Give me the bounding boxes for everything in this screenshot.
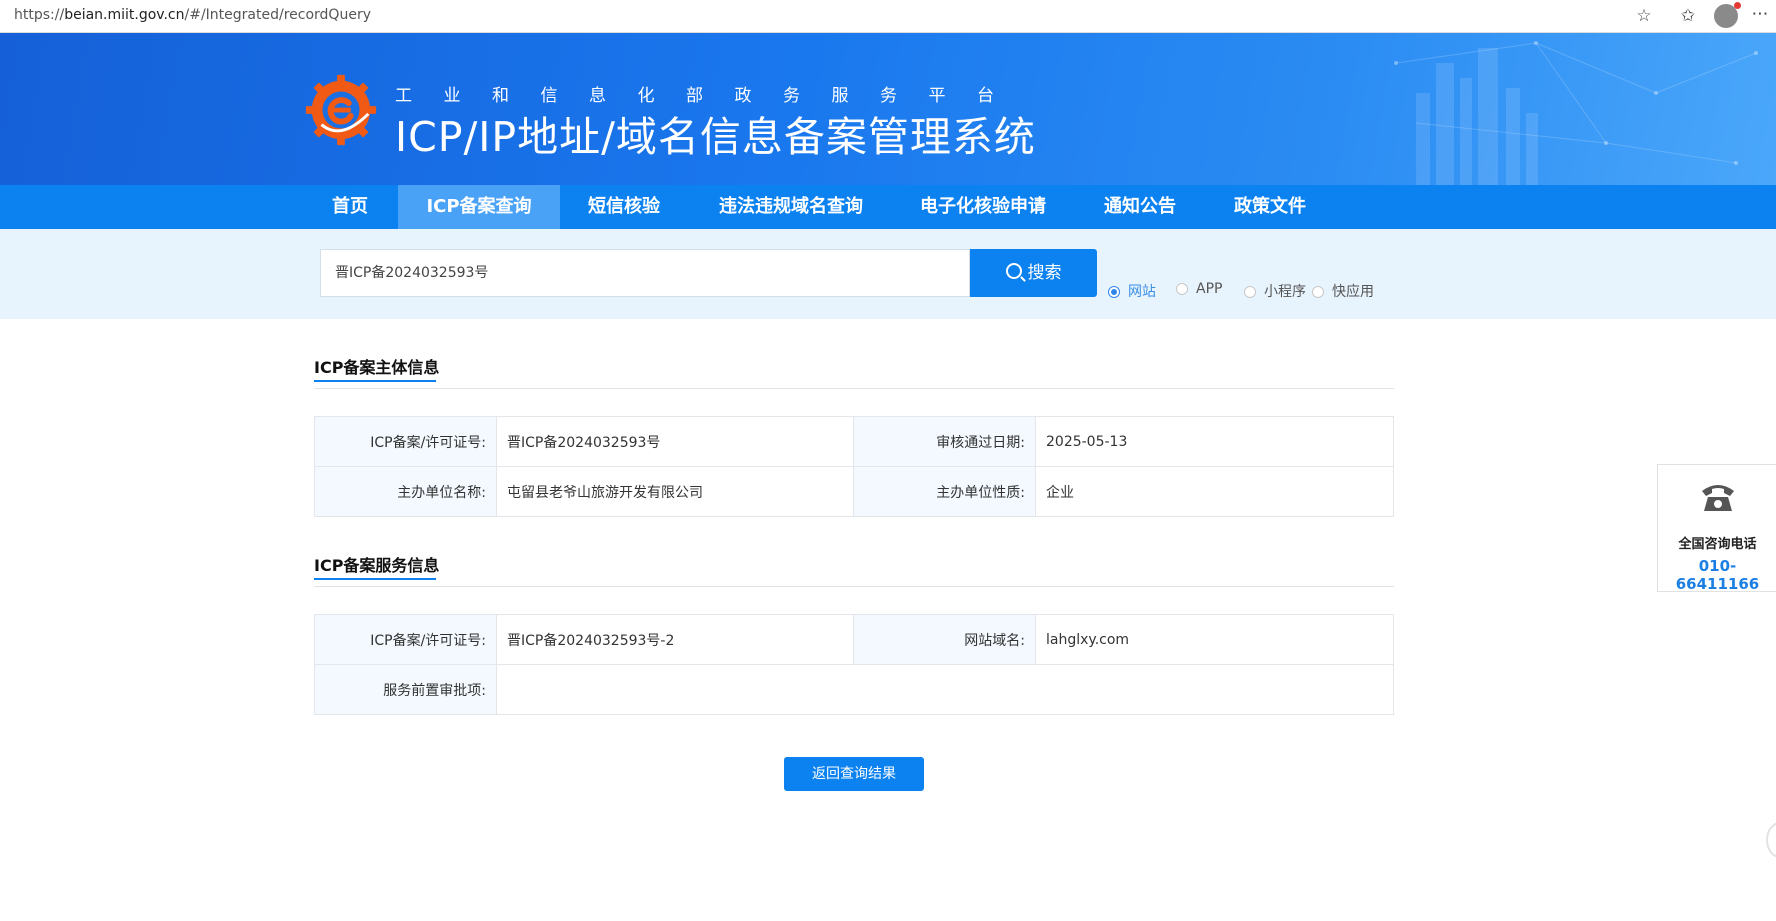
cell-value: lahglxy.com xyxy=(1035,614,1394,665)
radio-dot-icon xyxy=(1244,286,1256,298)
favorites-list-icon[interactable]: ✩ xyxy=(1677,5,1699,27)
cell-label: 网站域名: xyxy=(853,614,1036,665)
radio-quickapp[interactable]: 快应用 xyxy=(1312,281,1374,301)
cell-value: 企业 xyxy=(1035,466,1394,517)
radio-label: 小程序 xyxy=(1264,284,1306,300)
miit-logo-icon xyxy=(305,74,377,146)
radio-website[interactable]: 网站 xyxy=(1108,281,1156,301)
radio-miniprogram[interactable]: 小程序 xyxy=(1244,281,1306,301)
nav-item-notices[interactable]: 通知公告 xyxy=(1092,185,1188,229)
search-icon xyxy=(1005,263,1022,279)
nav-item-e-verify[interactable]: 电子化核验申请 xyxy=(908,185,1058,229)
cell-label: 主办单位性质: xyxy=(853,466,1036,517)
section-title-service: ICP备案服务信息 xyxy=(314,556,440,575)
system-title: ICP/IP地址/域名信息备案管理系统 xyxy=(395,113,1036,161)
table-row: 服务前置审批项: xyxy=(314,664,1394,715)
cell-value: 2025-05-13 xyxy=(1035,416,1394,467)
section-underline xyxy=(314,578,436,580)
city-decoration xyxy=(1394,41,1758,185)
nav-item-icp-query[interactable]: ICP备案查询 xyxy=(398,185,560,229)
search-input[interactable]: 晋ICP备2024032593号 xyxy=(320,249,970,297)
nav-item-policy[interactable]: 政策文件 xyxy=(1222,185,1318,229)
radio-dot-icon xyxy=(1108,286,1120,298)
site-banner: 工业和信息化部政务服务平台 ICP/IP地址/域名信息备案管理系统 xyxy=(0,33,1776,185)
profile-avatar[interactable] xyxy=(1714,2,1741,28)
subject-info-table: ICP备案/许可证号: 晋ICP备2024032593号 审核通过日期: 202… xyxy=(314,416,1394,517)
hotline-label: 全国咨询电话 xyxy=(1678,537,1757,552)
radio-app[interactable]: APP xyxy=(1176,281,1222,297)
radio-label: APP xyxy=(1196,281,1223,297)
search-button[interactable]: 搜索 xyxy=(970,249,1097,297)
radio-dot-icon xyxy=(1312,286,1324,298)
cell-label: 主办单位名称: xyxy=(314,466,497,517)
url-field[interactable]: https://beian.miit.gov.cn/#/Integrated/r… xyxy=(14,7,371,23)
telephone-icon xyxy=(1702,485,1734,511)
main-nav: 首页 ICP备案查询 短信核验 违法违规域名查询 电子化核验申请 通知公告 政策… xyxy=(0,185,1776,229)
section-underline xyxy=(314,380,436,382)
table-row: ICP备案/许可证号: 晋ICP备2024032593号-2 网站域名: lah… xyxy=(314,614,1394,665)
cell-label: ICP备案/许可证号: xyxy=(314,416,497,467)
cell-value: 晋ICP备2024032593号-2 xyxy=(496,614,854,665)
cell-label: 服务前置审批项: xyxy=(314,664,497,715)
nav-item-sms-verify[interactable]: 短信核验 xyxy=(576,185,672,229)
cell-label: 审核通过日期: xyxy=(853,416,1036,467)
table-row: ICP备案/许可证号: 晋ICP备2024032593号 审核通过日期: 202… xyxy=(314,416,1394,467)
url-host: beian.miit.gov.cn xyxy=(64,7,185,23)
section-title-subject: ICP备案主体信息 xyxy=(314,358,440,377)
nav-item-home[interactable]: 首页 xyxy=(320,185,380,229)
url-path: /#/Integrated/recordQuery xyxy=(184,7,371,23)
cell-label: ICP备案/许可证号: xyxy=(314,614,497,665)
cell-value: 晋ICP备2024032593号 xyxy=(496,416,854,467)
radio-label: 网站 xyxy=(1128,284,1156,300)
radio-dot-icon xyxy=(1176,283,1188,295)
section-divider xyxy=(314,586,1394,587)
service-info-table: ICP备案/许可证号: 晋ICP备2024032593号-2 网站域名: lah… xyxy=(314,614,1394,715)
search-button-label: 搜索 xyxy=(1027,263,1062,283)
edge-scroll-button[interactable] xyxy=(1766,822,1776,858)
more-menu-icon[interactable]: ⋯ xyxy=(1749,3,1771,25)
section-divider xyxy=(314,388,1394,389)
hotline-widget[interactable]: 全国咨询电话 010-66411166 xyxy=(1657,464,1776,593)
hotline-number: 010-66411166 xyxy=(1675,557,1760,593)
browser-address-bar: https://beian.miit.gov.cn/#/Integrated/r… xyxy=(0,0,1776,33)
nav-item-illegal-domain[interactable]: 违法违规域名查询 xyxy=(708,185,874,229)
radio-label: 快应用 xyxy=(1332,284,1374,300)
cell-value xyxy=(496,664,1394,715)
url-prefix: https:// xyxy=(14,7,65,23)
favorite-star-icon[interactable]: ☆ xyxy=(1633,5,1655,27)
cell-value: 屯留县老爷山旅游开发有限公司 xyxy=(496,466,854,517)
table-row: 主办单位名称: 屯留县老爷山旅游开发有限公司 主办单位性质: 企业 xyxy=(314,466,1394,517)
back-to-results-button[interactable]: 返回查询结果 xyxy=(784,757,924,791)
